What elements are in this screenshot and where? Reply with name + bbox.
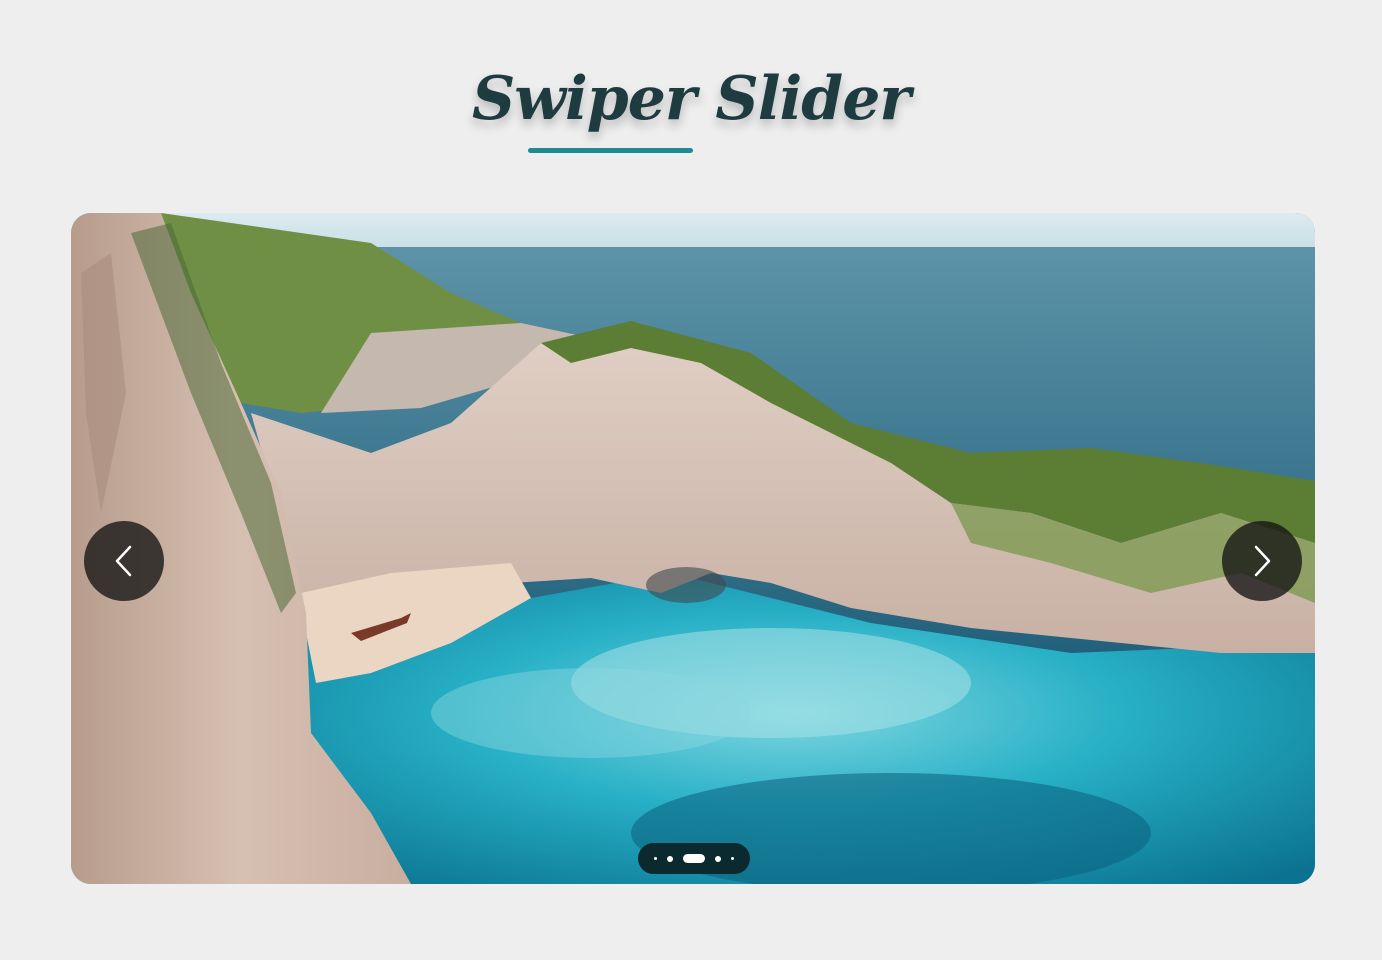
pagination-bullet-active[interactable] xyxy=(683,854,705,863)
image-slider[interactable] xyxy=(71,213,1315,884)
slide-image[interactable] xyxy=(71,213,1315,884)
prev-slide-button[interactable] xyxy=(84,521,164,601)
pagination-bullet[interactable] xyxy=(731,857,734,860)
title-underline xyxy=(528,148,693,153)
page-title: Swiper Slider xyxy=(471,64,911,134)
pagination-bullet[interactable] xyxy=(654,857,657,860)
chevron-right-icon xyxy=(1254,545,1271,577)
chevron-left-icon xyxy=(115,545,132,577)
next-slide-button[interactable] xyxy=(1222,521,1302,601)
pagination-bullet[interactable] xyxy=(715,855,721,862)
pagination-bullet[interactable] xyxy=(667,855,673,862)
slider-pagination xyxy=(638,843,750,874)
